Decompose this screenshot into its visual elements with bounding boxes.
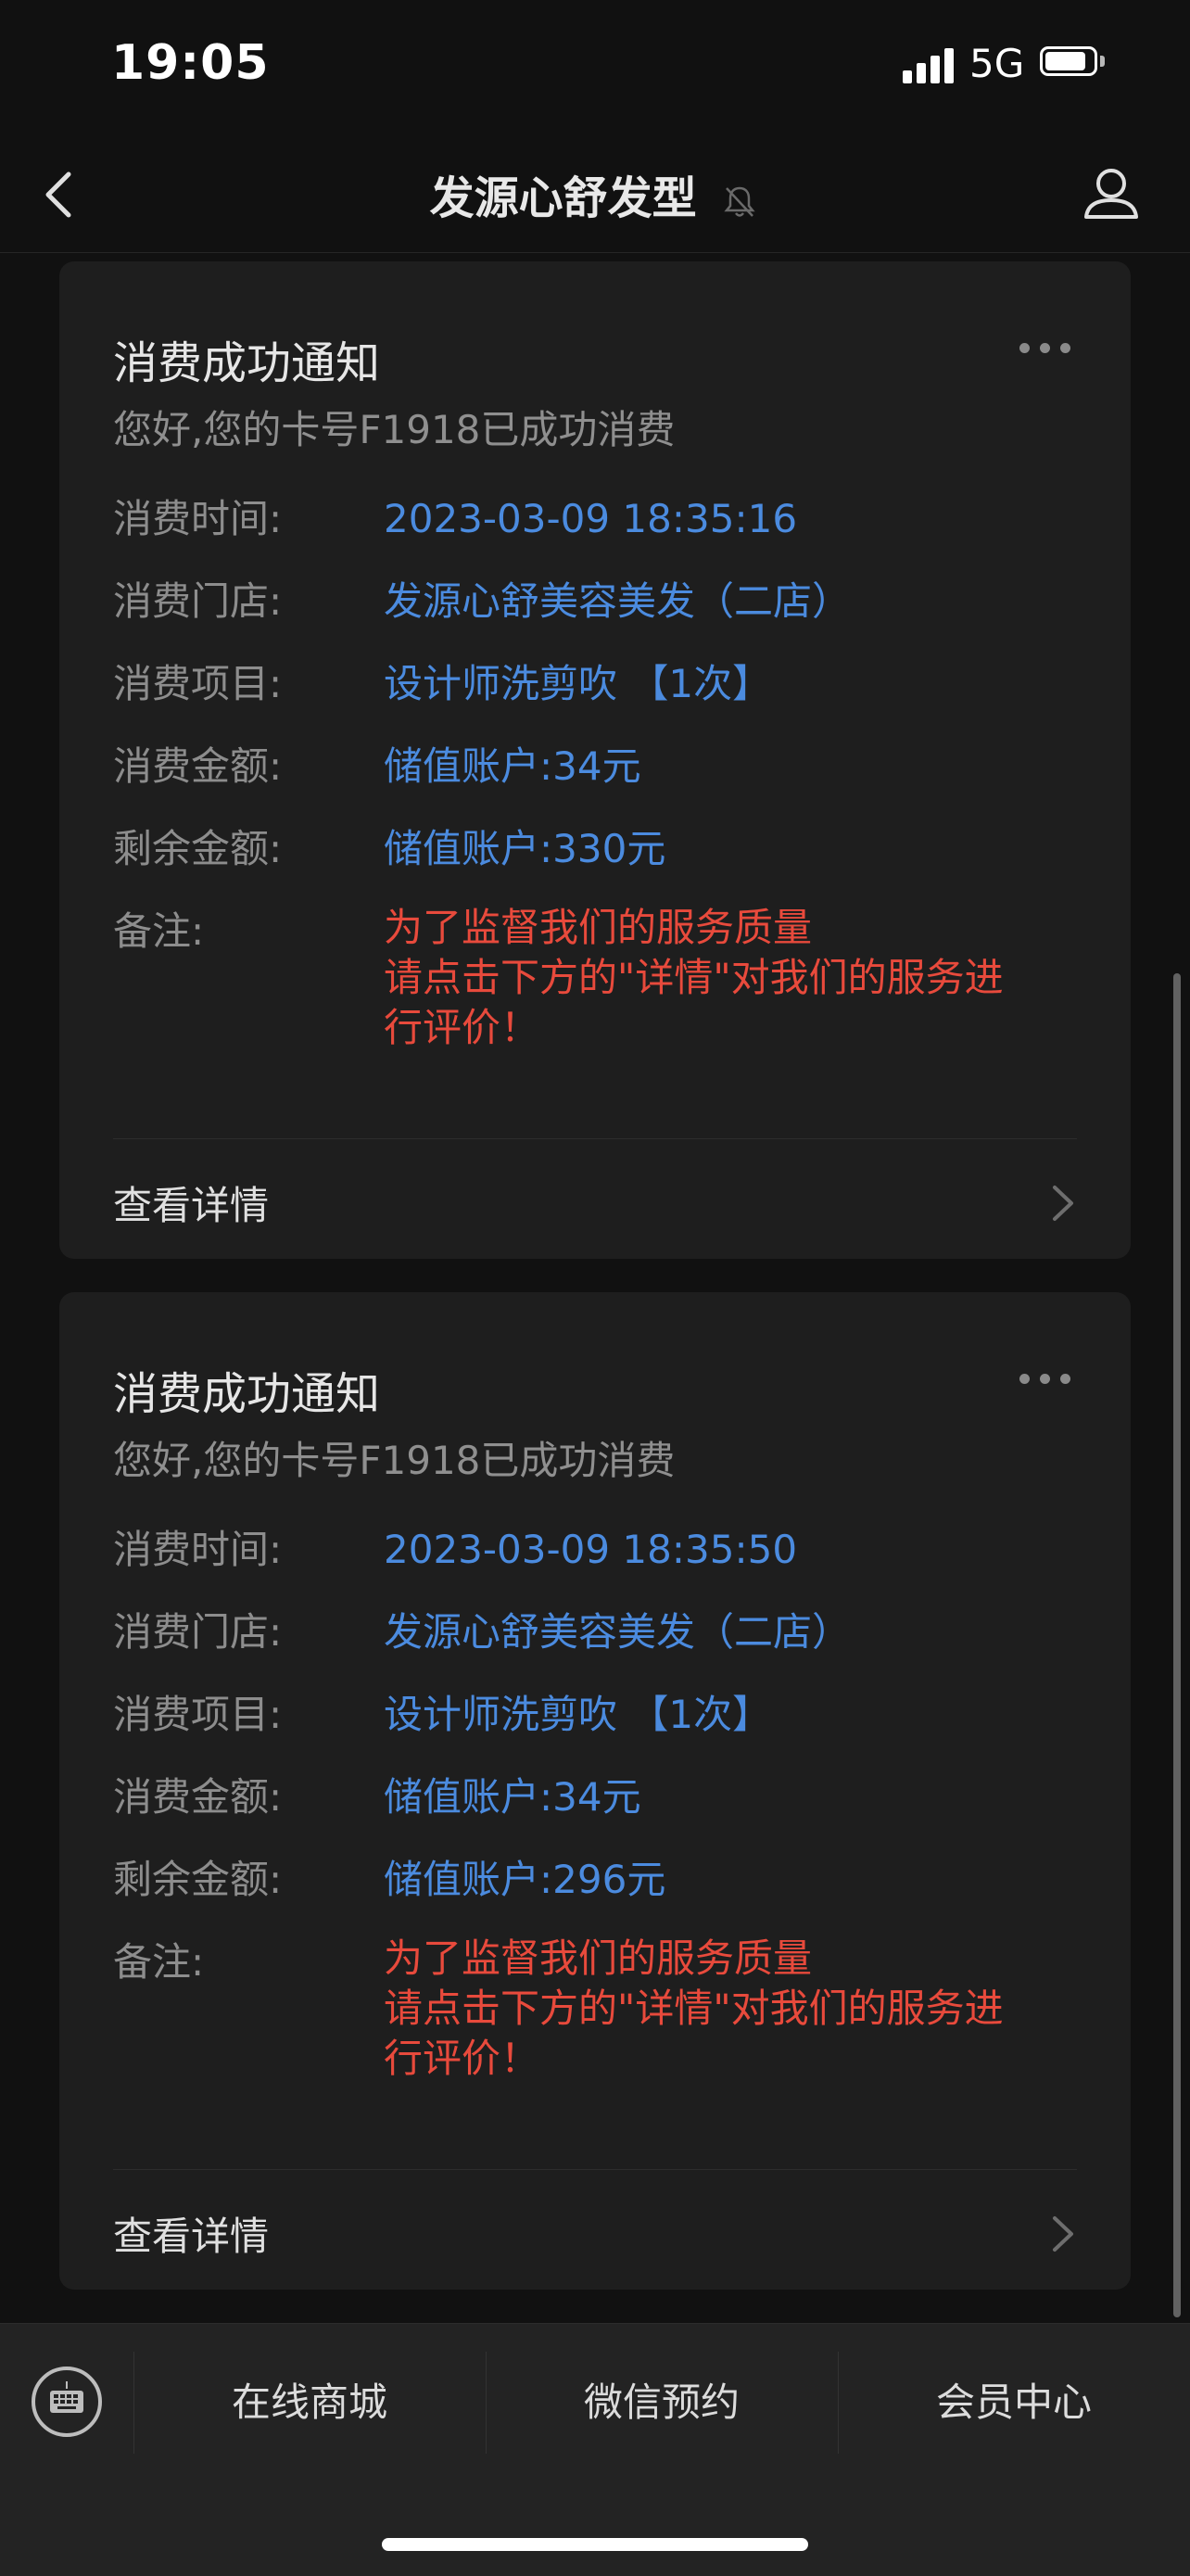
bell-off-icon	[724, 186, 755, 217]
view-details-link[interactable]: 查看详情	[113, 1138, 1077, 1260]
remark-line: 行评价！	[384, 1005, 540, 1050]
info-row: 消费时间: 2023-03-09 18:35:16	[113, 490, 1077, 548]
info-row: 消费门店: 发源心舒美容美发（二店）	[113, 573, 1077, 630]
more-options-button[interactable]	[1019, 1374, 1071, 1387]
remark-label: 备注:	[113, 908, 205, 954]
remark-row: 备注: 为了监督我们的服务质量 请点击下方的"详情"对我们的服务进 行评价！	[113, 903, 1077, 1053]
network-type: 5G	[969, 41, 1025, 86]
status-bar: 19:05 5G	[0, 0, 1190, 139]
scrollbar[interactable]	[1173, 973, 1181, 2317]
keyboard-icon	[50, 2381, 83, 2413]
row-label: 剩余金额:	[113, 1857, 283, 1902]
info-row: 消费时间: 2023-03-09 18:35:50	[113, 1521, 1077, 1579]
card-title: 消费成功通知	[113, 337, 381, 389]
home-indicator[interactable]	[382, 2538, 808, 2551]
row-value: 储值账户:34元	[384, 743, 641, 789]
more-options-button[interactable]	[1019, 343, 1071, 356]
row-value: 发源心舒美容美发（二店）	[384, 1609, 852, 1655]
row-label: 消费金额:	[113, 1774, 283, 1820]
row-label: 消费时间:	[113, 1527, 283, 1572]
remark-text: 为了监督我们的服务质量 请点击下方的"详情"对我们的服务进 行评价！	[384, 903, 1077, 1053]
message-list[interactable]: 消费成功通知 您好,您的卡号F1918已成功消费 消费时间: 2023-03-09…	[0, 252, 1190, 2323]
row-label: 消费项目:	[113, 1692, 283, 1737]
info-row: 消费项目: 设计师洗剪吹 【1次】	[113, 1686, 1077, 1744]
row-value: 储值账户:330元	[384, 826, 666, 871]
card-subtitle: 您好,您的卡号F1918已成功消费	[113, 1438, 676, 1483]
view-details-label: 查看详情	[113, 2214, 270, 2259]
remark-line: 行评价！	[384, 2036, 540, 2081]
chevron-right-icon	[1053, 1186, 1073, 1221]
chevron-right-icon	[1053, 2216, 1073, 2252]
row-label: 消费门店:	[113, 1609, 283, 1655]
view-details-link[interactable]: 查看详情	[113, 2169, 1077, 2290]
notification-card: 消费成功通知 您好,您的卡号F1918已成功消费 消费时间: 2023-03-09…	[59, 1292, 1131, 2290]
signal-icon	[903, 46, 958, 83]
page-title: 发源心舒发型	[0, 161, 1190, 226]
view-details-label: 查看详情	[113, 1183, 270, 1228]
info-row: 消费金额: 储值账户:34元	[113, 1769, 1077, 1826]
row-value: 2023-03-09 18:35:16	[384, 496, 798, 541]
row-label: 消费门店:	[113, 578, 283, 624]
info-row: 剩余金额: 储值账户:330元	[113, 820, 1077, 878]
remark-row: 备注: 为了监督我们的服务质量 请点击下方的"详情"对我们的服务进 行评价！	[113, 1934, 1077, 2084]
remark-line: 请点击下方的"详情"对我们的服务进	[384, 1986, 1004, 2031]
info-row: 消费金额: 储值账户:34元	[113, 738, 1077, 795]
row-value: 发源心舒美容美发（二店）	[384, 578, 852, 624]
row-value: 储值账户:34元	[384, 1774, 641, 1820]
menu-wechat-booking[interactable]: 微信预约	[486, 2324, 838, 2481]
row-value: 设计师洗剪吹 【1次】	[384, 661, 772, 706]
row-label: 剩余金额:	[113, 826, 283, 871]
row-label: 消费金额:	[113, 743, 283, 789]
person-icon	[1084, 169, 1138, 219]
keyboard-toggle-button[interactable]	[32, 2367, 102, 2437]
row-value: 储值账户:296元	[384, 1857, 666, 1902]
nav-bar: 发源心舒发型	[0, 139, 1190, 253]
menu-member-center[interactable]: 会员中心	[838, 2324, 1190, 2481]
remark-line: 为了监督我们的服务质量	[384, 905, 813, 950]
menu-online-store[interactable]: 在线商城	[133, 2324, 486, 2481]
row-value: 2023-03-09 18:35:50	[384, 1527, 798, 1572]
info-row: 消费项目: 设计师洗剪吹 【1次】	[113, 655, 1077, 713]
remark-line: 请点击下方的"详情"对我们的服务进	[384, 955, 1004, 1000]
status-time: 19:05	[111, 35, 270, 91]
row-label: 消费项目:	[113, 661, 283, 706]
row-label: 消费时间:	[113, 496, 283, 541]
info-row: 消费门店: 发源心舒美容美发（二店）	[113, 1604, 1077, 1661]
card-subtitle: 您好,您的卡号F1918已成功消费	[113, 407, 676, 452]
row-value: 设计师洗剪吹 【1次】	[384, 1692, 772, 1737]
profile-button[interactable]	[1079, 158, 1144, 232]
remark-line: 为了监督我们的服务质量	[384, 1935, 813, 1981]
remark-label: 备注:	[113, 1939, 205, 1985]
notification-card: 消费成功通知 您好,您的卡号F1918已成功消费 消费时间: 2023-03-09…	[59, 261, 1131, 1259]
card-title: 消费成功通知	[113, 1368, 381, 1420]
info-row: 剩余金额: 储值账户:296元	[113, 1851, 1077, 1909]
battery-icon	[1040, 46, 1105, 80]
remark-text: 为了监督我们的服务质量 请点击下方的"详情"对我们的服务进 行评价！	[384, 1934, 1077, 2084]
page-title-text: 发源心舒发型	[429, 172, 697, 224]
